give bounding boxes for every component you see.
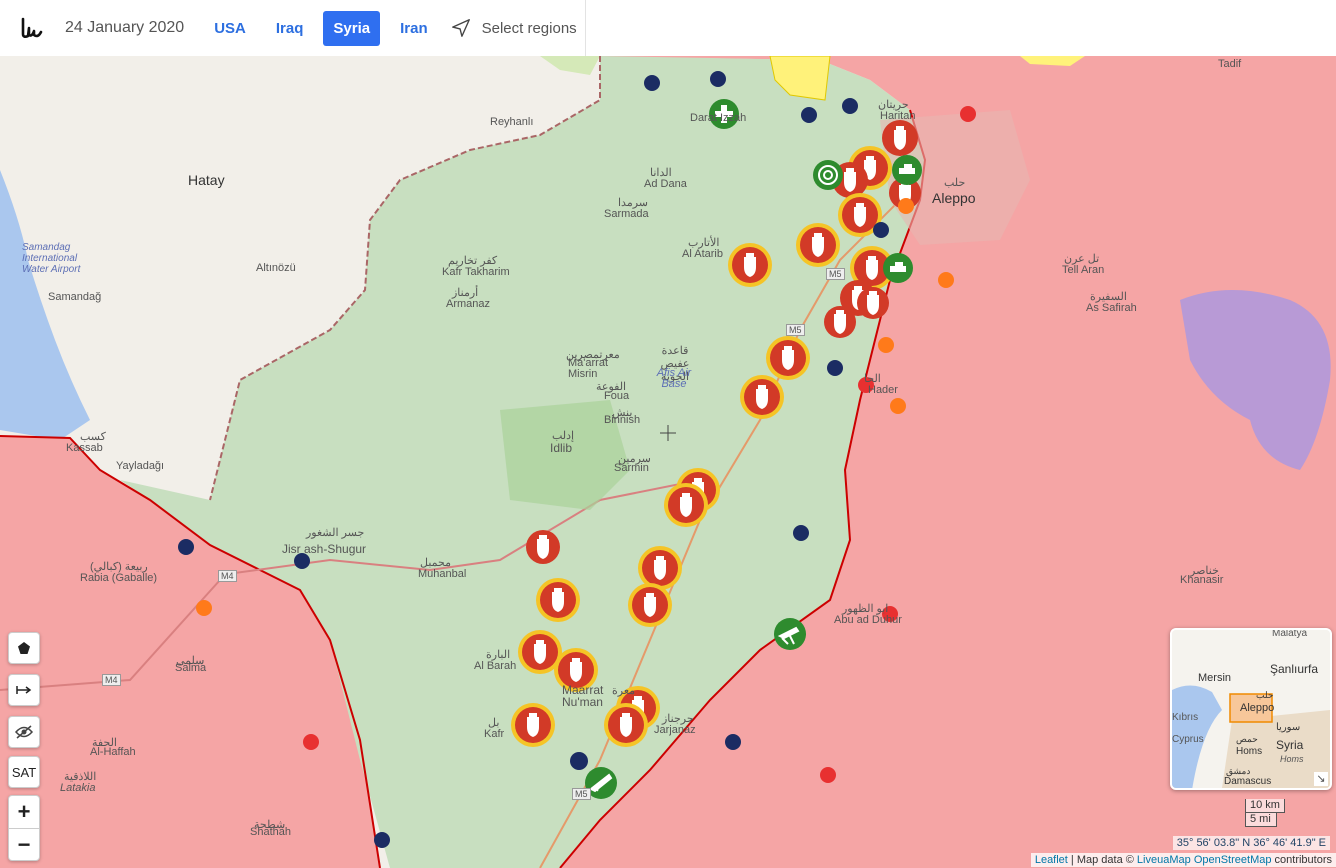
minimap-label: Damascus xyxy=(1224,776,1272,787)
airstrike-bomb-icon[interactable] xyxy=(554,648,598,692)
tank-icon[interactable] xyxy=(774,618,806,650)
turkish-position-dot[interactable] xyxy=(960,106,976,122)
liveuamap-link[interactable]: LiveuaMap xyxy=(1137,854,1191,866)
top-bar: 24 January 2020 USA Iraq Syria Iran Sele… xyxy=(0,0,586,56)
attribution-text: | Map data © xyxy=(1067,854,1137,866)
hospital-cross-icon[interactable] xyxy=(709,99,739,129)
navigation-arrow-icon xyxy=(451,19,470,37)
russian-position-dot[interactable] xyxy=(644,75,660,91)
airstrike-markers[interactable] xyxy=(511,120,921,747)
zoom-out-button[interactable]: − xyxy=(9,828,39,861)
target-icon[interactable] xyxy=(813,160,843,190)
airstrike-bomb-icon[interactable] xyxy=(882,120,918,156)
minimap-label: Homs xyxy=(1280,754,1304,764)
map-center-crosshair xyxy=(660,425,676,441)
satellite-toggle-button[interactable]: SAT xyxy=(8,756,40,788)
airstrike-bomb-icon[interactable] xyxy=(628,583,672,627)
iranian-position-dot[interactable] xyxy=(196,600,212,616)
tab-usa[interactable]: USA xyxy=(204,11,256,46)
minimap-toggle-icon[interactable]: ↘ xyxy=(1314,772,1328,786)
scale-mi: 5 mi xyxy=(1245,813,1277,827)
russian-position-dot[interactable] xyxy=(827,360,843,376)
minimap-label: Kıbrıs xyxy=(1172,712,1199,723)
measure-button[interactable] xyxy=(8,674,40,706)
minimap-label: Homs xyxy=(1236,746,1263,757)
scale-bar: 10 km 5 mi xyxy=(1245,799,1285,827)
map-canvas[interactable]: Hatay Reyhanlı Samandag International Wa… xyxy=(0,56,1336,868)
zoom-in-button[interactable]: + xyxy=(9,796,39,828)
airstrike-bomb-icon[interactable] xyxy=(664,483,708,527)
minimap-label: Mersin xyxy=(1198,672,1232,684)
airstrike-bomb-icon[interactable] xyxy=(526,530,560,564)
russian-position-dot[interactable] xyxy=(294,553,310,569)
osm-link[interactable]: OpenStreetMap xyxy=(1194,854,1272,866)
tab-iran[interactable]: Iran xyxy=(390,11,438,46)
airstrike-bomb-icon[interactable] xyxy=(536,578,580,622)
airstrike-bomb-icon[interactable] xyxy=(728,243,772,287)
minimap-label: Cyprus xyxy=(1172,734,1204,745)
airstrike-bomb-icon[interactable] xyxy=(511,703,555,747)
russian-position-dot[interactable] xyxy=(710,71,726,87)
airstrike-bomb-icon[interactable] xyxy=(766,336,810,380)
airstrike-bomb-icon[interactable] xyxy=(857,287,889,319)
airstrike-bomb-icon[interactable] xyxy=(638,546,682,590)
minimap-label: Syria xyxy=(1276,738,1304,752)
turkish-position-dot[interactable] xyxy=(882,606,898,622)
tab-iraq[interactable]: Iraq xyxy=(266,11,314,46)
minimap-label: دمشق xyxy=(1226,766,1251,776)
iranian-position-dot[interactable] xyxy=(878,337,894,353)
toggle-visibility-button[interactable] xyxy=(8,716,40,748)
measure-arrow-icon xyxy=(16,686,32,694)
liveuamap-logo-icon[interactable] xyxy=(20,16,44,40)
iranian-position-dot[interactable] xyxy=(898,198,914,214)
russian-position-dot[interactable] xyxy=(873,222,889,238)
iranian-position-dot[interactable] xyxy=(938,272,954,288)
minimap-label: Malatya xyxy=(1272,628,1308,639)
turkish-position-dot[interactable] xyxy=(303,734,319,750)
minimap-label: Aleppo xyxy=(1240,702,1275,714)
scale-km: 10 km xyxy=(1245,799,1285,813)
draw-polygon-button[interactable] xyxy=(8,632,40,664)
minimap-label: حمص xyxy=(1236,734,1258,744)
russian-position-dot[interactable] xyxy=(725,734,741,750)
contributors-text: contributors xyxy=(1271,854,1332,866)
marker-layer xyxy=(178,71,976,848)
russian-position-dot[interactable] xyxy=(801,107,817,123)
russian-position-dot[interactable] xyxy=(178,539,194,555)
cursor-coordinates: 35° 56' 03.8" N 36° 46' 41.9" E xyxy=(1172,836,1330,850)
turkish-position-dot[interactable] xyxy=(820,767,836,783)
minimap-label: حلب xyxy=(1256,690,1274,700)
select-regions-label: Select regions xyxy=(481,19,577,37)
minimap-label: Şanlıurfa xyxy=(1270,662,1319,676)
eye-off-icon xyxy=(15,725,33,739)
current-date[interactable]: 24 January 2020 xyxy=(65,19,184,37)
iranian-position-dot[interactable] xyxy=(890,398,906,414)
russian-position-dot[interactable] xyxy=(842,98,858,114)
zoom-control: + − xyxy=(8,795,40,861)
rifle-icon[interactable] xyxy=(585,767,617,799)
minimap[interactable]: Malatya Şanlıurfa Mersin Aleppo Syria Ho… xyxy=(1170,628,1332,790)
iran-markers[interactable] xyxy=(196,198,954,616)
tank-icon[interactable] xyxy=(892,155,922,185)
map-attribution: Leaflet | Map data © LiveuaMap OpenStree… xyxy=(1030,853,1336,867)
header-blank-area xyxy=(586,0,1336,56)
airstrike-bomb-icon[interactable] xyxy=(824,306,856,338)
pentagon-icon xyxy=(18,642,30,654)
russian-position-dot[interactable] xyxy=(570,752,588,770)
airstrike-bomb-icon[interactable] xyxy=(604,703,648,747)
tab-syria[interactable]: Syria xyxy=(323,10,381,46)
russian-position-dot[interactable] xyxy=(374,832,390,848)
leaflet-link[interactable]: Leaflet xyxy=(1035,854,1068,866)
russian-position-dot[interactable] xyxy=(793,525,809,541)
airstrike-bomb-icon[interactable] xyxy=(796,223,840,267)
airstrike-bomb-icon[interactable] xyxy=(740,375,784,419)
tank-icon[interactable] xyxy=(883,253,913,283)
select-regions-button[interactable]: Select regions xyxy=(450,17,577,39)
turkish-position-dot[interactable] xyxy=(858,377,874,393)
minimap-label: سوريا xyxy=(1276,722,1301,733)
